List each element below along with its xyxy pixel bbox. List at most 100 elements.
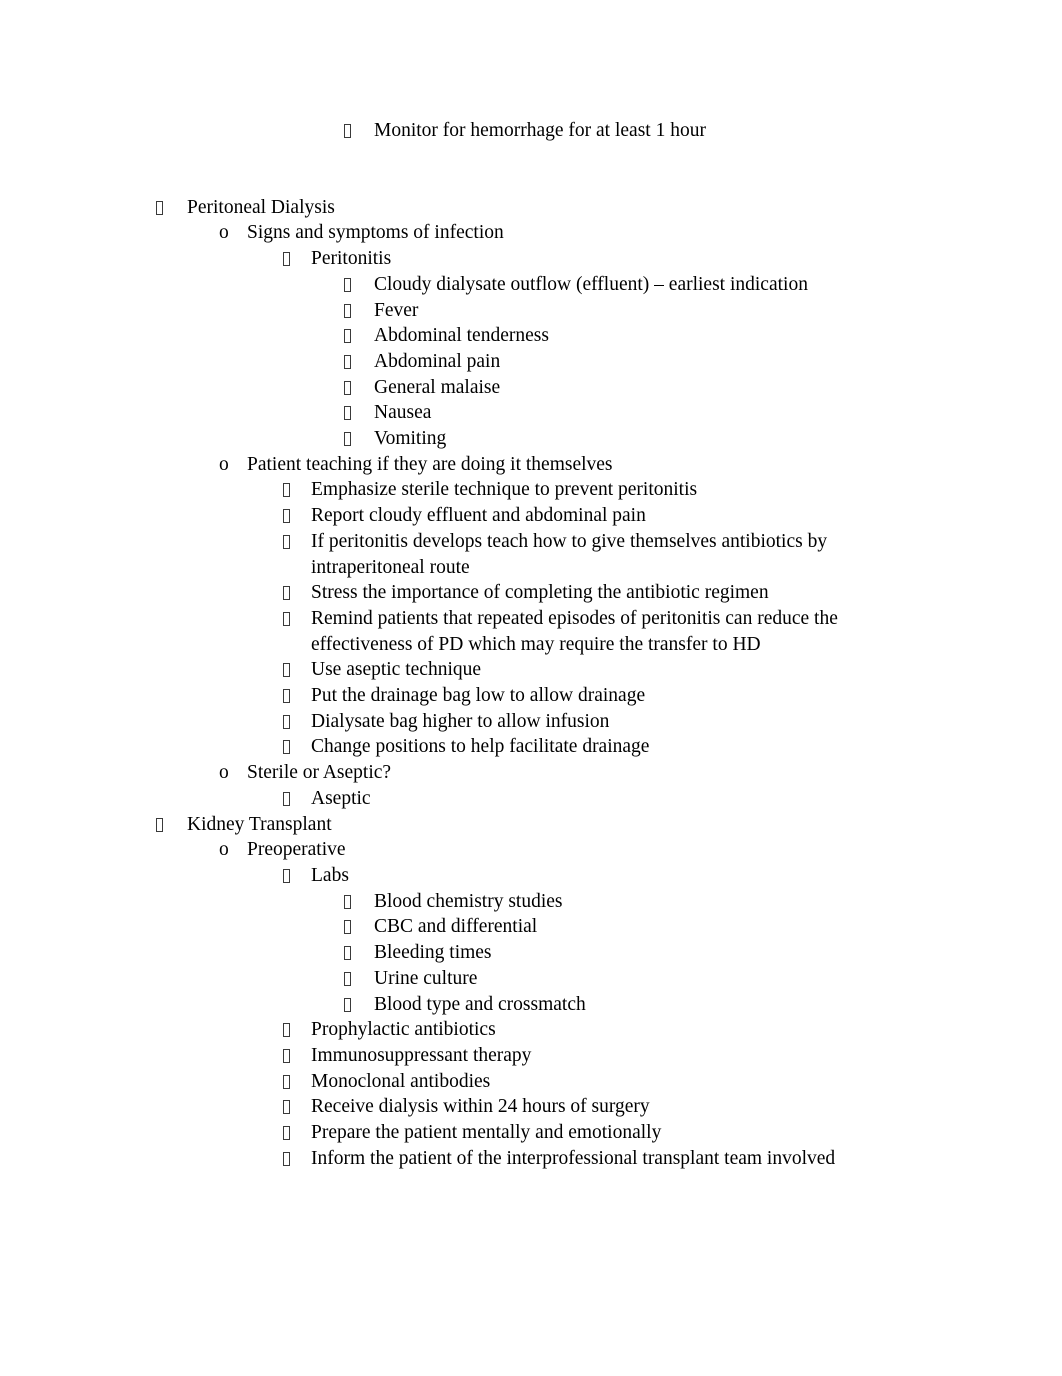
outline-marker-missing-glyph-icon bbox=[344, 400, 374, 426]
missing-glyph-box-icon bbox=[283, 1074, 290, 1089]
outline-item: Emphasize sterile technique to prevent p… bbox=[0, 477, 1062, 503]
missing-glyph-box-icon bbox=[283, 252, 290, 267]
outline-item-text: Peritoneal Dialysis bbox=[187, 196, 335, 218]
outline-marker-missing-glyph-icon bbox=[344, 272, 374, 298]
missing-glyph-box-icon bbox=[344, 894, 351, 909]
outline-item: Nausea bbox=[0, 400, 1062, 426]
outline-item: o Signs and symptoms of infection bbox=[0, 220, 1062, 246]
document-page: Monitor for hemorrhage for at least 1 ho… bbox=[0, 0, 1062, 1376]
missing-glyph-box-icon bbox=[283, 663, 290, 678]
outline-item: Blood type and crossmatch bbox=[0, 992, 1062, 1018]
outline-marker-missing-glyph-icon bbox=[344, 426, 374, 452]
outline-item: Peritonitis bbox=[0, 246, 1062, 272]
outline-item-text: CBC and differential bbox=[374, 916, 538, 938]
outline-item: General malaise bbox=[0, 375, 1062, 401]
outline-marker-glyph: o bbox=[219, 839, 229, 861]
missing-glyph-box-icon bbox=[283, 791, 290, 806]
outline-marker-missing-glyph-icon bbox=[283, 1094, 311, 1120]
outline-marker-glyph: o bbox=[219, 453, 229, 475]
outline-item-text: Patient teaching if they are doing it th… bbox=[247, 453, 613, 475]
missing-glyph-box-icon bbox=[283, 483, 290, 498]
outline-marker-missing-glyph-icon bbox=[283, 683, 311, 709]
outline-item-text: Remind patients that repeated episodes o… bbox=[311, 607, 838, 655]
outline-item-text: Bleeding times bbox=[374, 942, 492, 964]
missing-glyph-box-icon bbox=[283, 740, 290, 755]
missing-glyph-box-icon bbox=[283, 509, 290, 524]
outline-item-text: Inform the patient of the interprofessio… bbox=[311, 1147, 836, 1169]
outline-marker-missing-glyph-icon bbox=[344, 118, 374, 144]
outline-item-text: Labs bbox=[311, 864, 349, 886]
outline-marker-missing-glyph-icon bbox=[344, 966, 374, 992]
outline-item-text: Dialysate bag higher to allow infusion bbox=[311, 710, 610, 732]
outline-item: Monitor for hemorrhage for at least 1 ho… bbox=[0, 118, 1062, 144]
outline-marker-missing-glyph-icon bbox=[283, 477, 311, 503]
missing-glyph-box-icon bbox=[344, 406, 351, 421]
outline-item: Prophylactic antibiotics bbox=[0, 1017, 1062, 1043]
missing-glyph-box-icon bbox=[283, 1023, 290, 1038]
missing-glyph-box-icon bbox=[156, 200, 163, 215]
outline-marker-missing-glyph-icon bbox=[283, 246, 311, 272]
outline-item-text: Abdominal pain bbox=[374, 350, 501, 372]
outline-marker-missing-glyph-icon bbox=[283, 1017, 311, 1043]
missing-glyph-box-icon bbox=[283, 868, 290, 883]
outline-marker-missing-glyph-icon bbox=[283, 1043, 311, 1069]
missing-glyph-box-icon bbox=[283, 714, 290, 729]
outline-item: o Sterile or Aseptic? bbox=[0, 760, 1062, 786]
outline-item-text: Monoclonal antibodies bbox=[311, 1070, 491, 1092]
outline-marker-missing-glyph-icon bbox=[283, 1069, 311, 1095]
outline-marker-glyph: o bbox=[219, 222, 229, 244]
outline-marker-missing-glyph-icon bbox=[344, 992, 374, 1018]
outline-marker-missing-glyph-icon bbox=[283, 580, 311, 606]
missing-glyph-box-icon bbox=[283, 1151, 290, 1166]
outline-item: Put the drainage bag low to allow draina… bbox=[0, 683, 1062, 709]
outline-item-text: General malaise bbox=[374, 376, 501, 398]
outline-marker-missing-glyph-icon bbox=[283, 863, 311, 889]
missing-glyph-box-icon bbox=[283, 1100, 290, 1115]
missing-glyph-box-icon bbox=[344, 329, 351, 344]
outline-marker-missing-glyph-icon bbox=[344, 375, 374, 401]
missing-glyph-box-icon bbox=[344, 997, 351, 1012]
outline-marker-missing-glyph-icon bbox=[283, 529, 311, 555]
outline-item-text: Immunosuppressant therapy bbox=[311, 1044, 532, 1066]
outline-item-text: Monitor for hemorrhage for at least 1 ho… bbox=[374, 120, 706, 141]
outline-marker-missing-glyph-icon bbox=[344, 940, 374, 966]
outline-item-text: Preoperative bbox=[247, 839, 346, 861]
outline-marker-missing-glyph-icon bbox=[283, 734, 311, 760]
outline-item: Prepare the patient mentally and emotion… bbox=[0, 1120, 1062, 1146]
outline-item: CBC and differential bbox=[0, 914, 1062, 940]
missing-glyph-box-icon bbox=[344, 354, 351, 369]
missing-glyph-box-icon bbox=[283, 611, 290, 626]
outline-item: Immunosuppressant therapy bbox=[0, 1043, 1062, 1069]
outline-item: Receive dialysis within 24 hours of surg… bbox=[0, 1094, 1062, 1120]
outline-item-text: Signs and symptoms of infection bbox=[247, 222, 504, 244]
missing-glyph-box-icon bbox=[344, 432, 351, 447]
outline-marker-missing-glyph-icon bbox=[156, 812, 187, 838]
missing-glyph-box-icon bbox=[283, 586, 290, 601]
outline-item: Abdominal pain bbox=[0, 349, 1062, 375]
outline-marker-letter-o: o bbox=[219, 452, 247, 478]
outline-marker-missing-glyph-icon bbox=[156, 195, 187, 221]
outline-item-text: Change positions to help facilitate drai… bbox=[311, 736, 650, 758]
outline-marker-letter-o: o bbox=[219, 760, 247, 786]
outline-marker-missing-glyph-icon bbox=[344, 889, 374, 915]
missing-glyph-box-icon bbox=[344, 946, 351, 961]
missing-glyph-box-icon bbox=[344, 277, 351, 292]
missing-glyph-box-icon bbox=[344, 971, 351, 986]
outline-marker-missing-glyph-icon bbox=[283, 1146, 311, 1172]
outline-item-text: If peritonitis develops teach how to giv… bbox=[311, 530, 828, 578]
outline-marker-missing-glyph-icon bbox=[344, 323, 374, 349]
outline-item: Cloudy dialysate outflow (effluent) – ea… bbox=[0, 272, 1062, 298]
outline-item: Bleeding times bbox=[0, 940, 1062, 966]
missing-glyph-box-icon bbox=[283, 1126, 290, 1141]
outline-item: Change positions to help facilitate drai… bbox=[0, 734, 1062, 760]
outline-marker-missing-glyph-icon bbox=[283, 1120, 311, 1146]
outline-marker-missing-glyph-icon bbox=[344, 914, 374, 940]
missing-glyph-box-icon bbox=[156, 817, 163, 832]
outline-item-text: Blood type and crossmatch bbox=[374, 993, 586, 1015]
outline-item: Inform the patient of the interprofessio… bbox=[0, 1146, 1062, 1172]
outline-list: Monitor for hemorrhage for at least 1 ho… bbox=[0, 118, 1062, 1171]
outline-item-text: Kidney Transplant bbox=[187, 813, 332, 835]
outline-item: Labs bbox=[0, 863, 1062, 889]
missing-glyph-box-icon bbox=[283, 689, 290, 704]
outline-marker-missing-glyph-icon bbox=[283, 606, 311, 632]
